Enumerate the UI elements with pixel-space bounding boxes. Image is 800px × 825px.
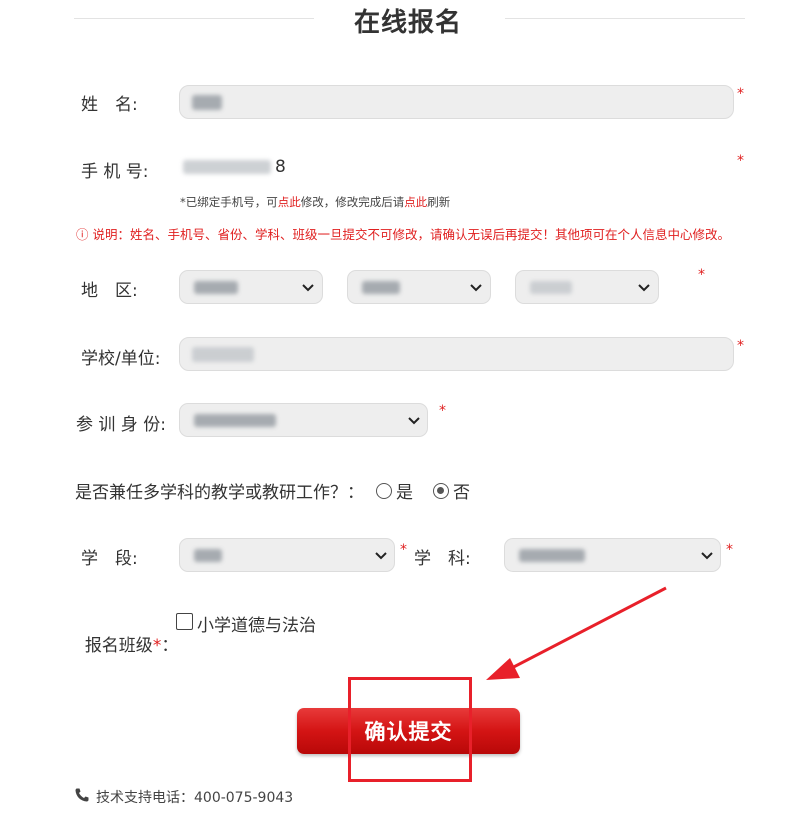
province-redacted bbox=[194, 281, 238, 294]
phone-redacted bbox=[183, 160, 271, 174]
region-label: 地 区: bbox=[81, 281, 138, 301]
subject-select[interactable] bbox=[504, 538, 721, 572]
support-phone-text: 技术支持电话：400-075-9043 bbox=[96, 790, 294, 806]
phone-label: 手 机 号: bbox=[81, 162, 149, 182]
subject-required-mark: * bbox=[726, 542, 733, 558]
region-required-mark: * bbox=[698, 267, 705, 283]
district-select[interactable] bbox=[515, 270, 659, 304]
phone-required-mark: * bbox=[737, 153, 744, 169]
phone-note-suffix: 刷新 bbox=[427, 195, 451, 209]
subject-redacted bbox=[519, 549, 585, 562]
role-select[interactable] bbox=[179, 403, 428, 437]
class-signup-label-text: 报名班级 bbox=[84, 636, 153, 656]
phone-note-mid: 修改，修改完成后请 bbox=[300, 195, 405, 209]
role-label: 参 训 身 份: bbox=[76, 415, 166, 435]
class-signup-colon: ： bbox=[161, 636, 179, 656]
annotation-highlight-box bbox=[348, 677, 472, 782]
school-redacted bbox=[192, 347, 254, 362]
district-redacted bbox=[530, 281, 572, 294]
title-rule-left bbox=[74, 18, 314, 19]
name-label: 姓 名: bbox=[81, 95, 138, 115]
annotation-arrow bbox=[486, 586, 667, 680]
role-redacted bbox=[194, 414, 276, 427]
school-required-mark: * bbox=[737, 338, 744, 354]
class-option-label[interactable]: 小学道德与法治 bbox=[197, 611, 316, 636]
school-label: 学校/单位: bbox=[81, 349, 161, 369]
phone-value-tail: 8 bbox=[275, 157, 286, 177]
radio-yes-label[interactable]: 是 bbox=[396, 478, 413, 503]
radio-no-label[interactable]: 否 bbox=[453, 478, 470, 503]
phone-refresh-link[interactable]: 点此 bbox=[404, 195, 427, 209]
name-redacted bbox=[192, 95, 222, 110]
phone-icon bbox=[75, 788, 89, 802]
chevron-down-icon bbox=[701, 552, 713, 560]
phone-note: *已绑定手机号，可点此修改，修改完成后请点此刷新 bbox=[180, 194, 450, 210]
chevron-down-icon bbox=[408, 417, 420, 425]
city-redacted bbox=[362, 281, 400, 294]
stage-required-mark: * bbox=[400, 542, 407, 558]
chevron-down-icon bbox=[302, 284, 314, 292]
stage-redacted bbox=[194, 549, 222, 562]
phone-note-prefix: *已绑定手机号，可 bbox=[180, 195, 278, 209]
phone-edit-link[interactable]: 点此 bbox=[278, 195, 301, 209]
chevron-down-icon bbox=[470, 284, 482, 292]
chevron-down-icon bbox=[375, 552, 387, 560]
radio-yes[interactable] bbox=[376, 483, 392, 499]
warning-notice: ⓘ 说明：姓名、手机号、省份、学科、班级一旦提交不可修改，请确认无误后再提交！其… bbox=[76, 227, 730, 242]
name-input[interactable] bbox=[179, 85, 734, 119]
title-rule-right bbox=[505, 18, 745, 19]
name-required-mark: * bbox=[737, 86, 744, 102]
province-select[interactable] bbox=[179, 270, 323, 304]
page-title: 在线报名 bbox=[353, 8, 462, 38]
class-signup-label: 报名班级*： bbox=[74, 611, 179, 656]
stage-label: 学 段: bbox=[81, 549, 138, 569]
class-checkbox[interactable] bbox=[176, 613, 193, 630]
radio-no[interactable] bbox=[433, 483, 449, 499]
chevron-down-icon bbox=[638, 284, 650, 292]
school-input[interactable] bbox=[179, 337, 734, 371]
role-required-mark: * bbox=[439, 403, 446, 419]
city-select[interactable] bbox=[347, 270, 491, 304]
radio-no-selected-dot bbox=[437, 487, 444, 494]
stage-select[interactable] bbox=[179, 538, 395, 572]
subject-label: 学 科: bbox=[414, 549, 471, 569]
multi-subject-question: 是否兼任多学科的教学或教研工作？： bbox=[75, 483, 364, 503]
